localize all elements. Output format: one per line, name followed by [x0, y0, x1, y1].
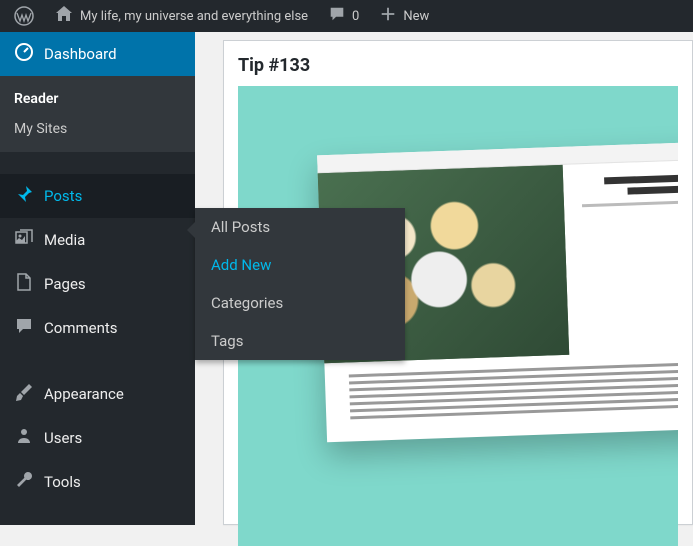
new-label: New [403, 9, 429, 24]
tip-title: Tip #133 [238, 55, 678, 76]
admin-sidebar: Dashboard Reader My Sites Posts Media Pa… [0, 32, 195, 525]
menu-comments[interactable]: Comments [0, 306, 195, 350]
submenu-reader[interactable]: Reader [0, 84, 195, 114]
page-icon [14, 272, 34, 296]
plus-icon [379, 5, 397, 27]
site-title: My life, my universe and everything else [80, 9, 308, 24]
menu-posts[interactable]: Posts [0, 174, 195, 218]
menu-pages[interactable]: Pages [0, 262, 195, 306]
new-content-link[interactable]: New [373, 0, 435, 32]
comments-count: 0 [352, 9, 359, 24]
menu-dashboard[interactable]: Dashboard [0, 32, 195, 76]
menu-users[interactable]: Users [0, 416, 195, 460]
pin-icon [14, 184, 34, 208]
menu-label: Dashboard [44, 45, 117, 63]
menu-label: Posts [44, 187, 82, 205]
menu-label: Appearance [44, 385, 124, 403]
flyout-add-new[interactable]: Add New [195, 246, 405, 284]
users-icon [14, 426, 34, 450]
submenu-my-sites[interactable]: My Sites [0, 114, 195, 144]
menu-label: Users [44, 429, 82, 447]
brush-icon [14, 382, 34, 406]
menu-label: Media [44, 231, 85, 249]
dashboard-icon [14, 42, 34, 66]
site-home-link[interactable]: My life, my universe and everything else [48, 0, 314, 32]
menu-media[interactable]: Media [0, 218, 195, 262]
comments-link[interactable]: 0 [322, 0, 365, 32]
menu-label: Pages [44, 275, 86, 293]
menu-label: Comments [44, 319, 118, 337]
flyout-all-posts[interactable]: All Posts [195, 208, 405, 246]
menu-tools[interactable]: Tools [0, 460, 195, 504]
comment-icon [328, 5, 346, 27]
home-icon [54, 4, 74, 28]
menu-appearance[interactable]: Appearance [0, 372, 195, 416]
comment-icon [14, 316, 34, 340]
wrench-icon [14, 470, 34, 494]
flyout-categories[interactable]: Categories [195, 284, 405, 322]
flyout-tags[interactable]: Tags [195, 322, 405, 360]
posts-submenu-flyout: All Posts Add New Categories Tags [195, 208, 405, 360]
dashboard-submenu: Reader My Sites [0, 76, 195, 152]
menu-label: Tools [44, 473, 81, 491]
media-icon [14, 228, 34, 252]
wordpress-logo[interactable] [8, 0, 40, 32]
admin-toolbar: My life, my universe and everything else… [0, 0, 693, 32]
